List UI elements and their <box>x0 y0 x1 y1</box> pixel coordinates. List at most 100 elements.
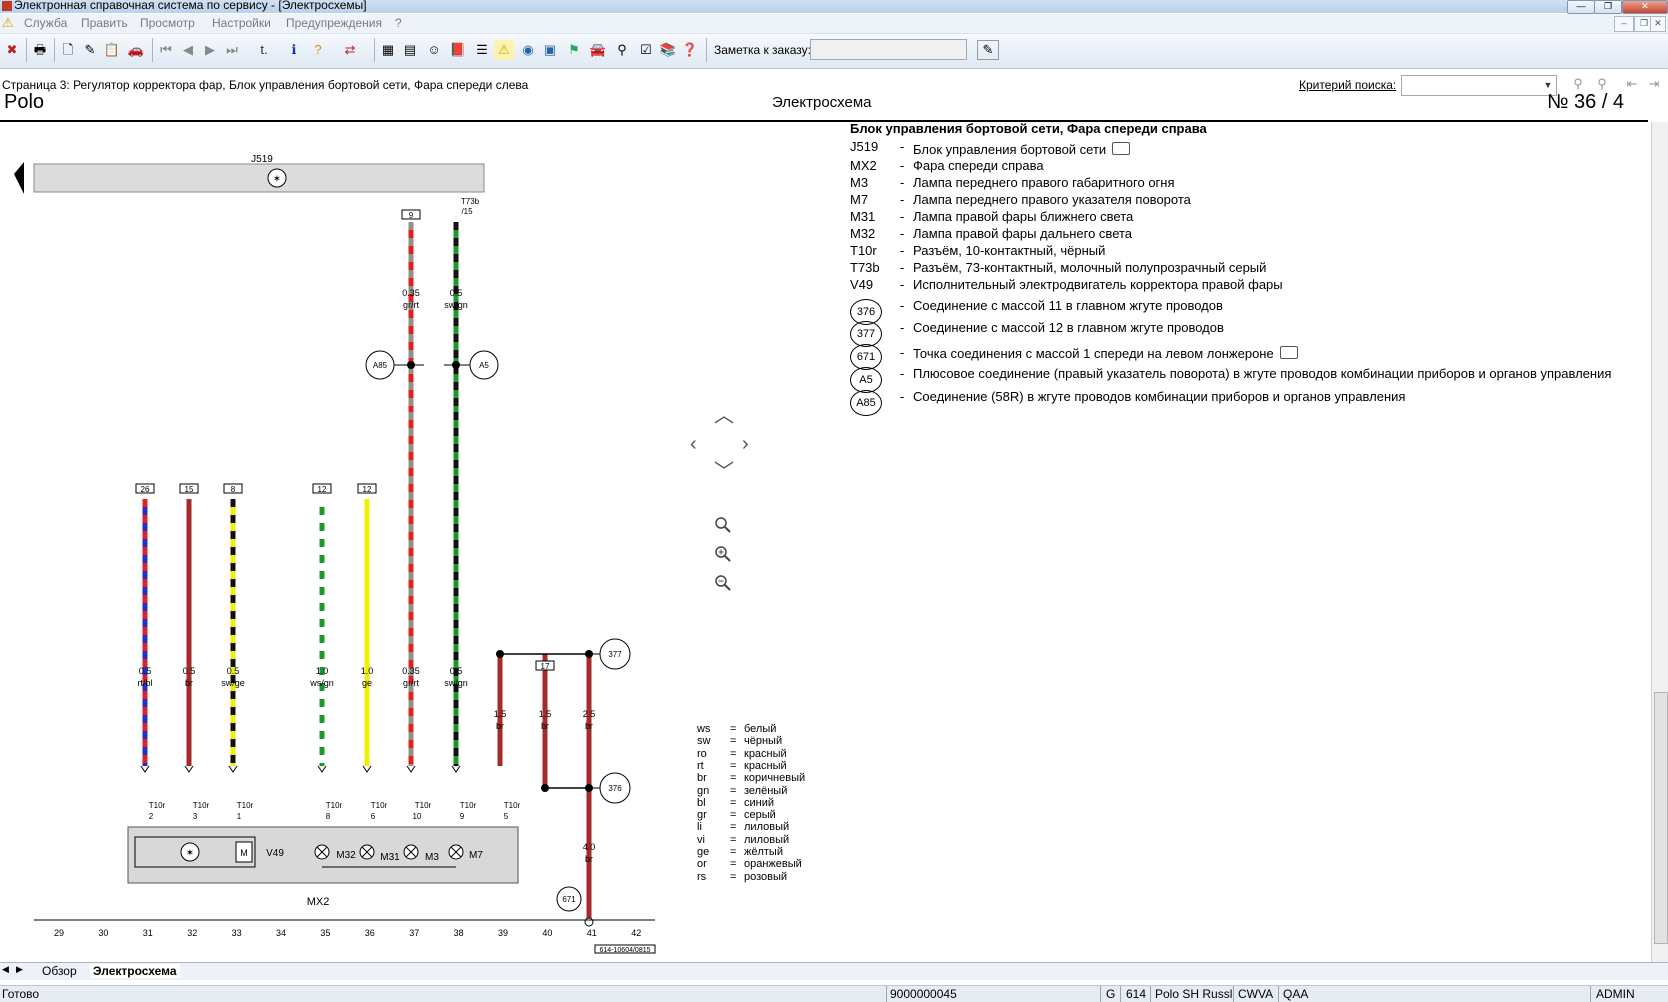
print-icon[interactable]: 🖶 <box>30 40 50 60</box>
vehicle-icon[interactable]: 🚗 <box>126 40 146 60</box>
menu-settings[interactable]: Настройки <box>212 16 271 30</box>
search-select[interactable]: ▼ <box>1401 75 1557 96</box>
globe-icon[interactable]: ◉ <box>518 40 538 60</box>
wire-size: 0.5 <box>450 666 463 676</box>
color-eq: = <box>730 735 737 748</box>
pin-number: 17 <box>541 662 550 671</box>
pin-number: 26 <box>141 485 150 494</box>
edit-document-icon[interactable]: ✎ <box>80 40 100 60</box>
color-name: розовый <box>744 870 788 883</box>
ground-671-label: 671 <box>562 895 576 904</box>
track-number: 35 <box>320 928 330 938</box>
pan-down-icon[interactable]: ﹀ <box>714 462 734 482</box>
color-eq: = <box>730 846 737 858</box>
zoom-icon[interactable] <box>714 516 732 534</box>
pan-up-icon[interactable]: ︿ <box>714 406 734 426</box>
next-page-icon[interactable]: ▶ <box>200 40 220 60</box>
m31-label: M31 <box>380 852 400 863</box>
pin-number: 12 <box>318 485 327 494</box>
document-blue-icon[interactable]: ▣ <box>540 40 560 60</box>
tab-scroll-left-icon[interactable]: ◀ <box>2 964 9 975</box>
switch-icon[interactable]: ⇄ <box>340 40 360 60</box>
connector-pin: 6 <box>371 812 376 821</box>
color-name: лиловый <box>744 833 790 846</box>
mdi-minimize-button[interactable]: – <box>1614 16 1634 32</box>
color-name: белый <box>744 723 777 735</box>
new-document-icon[interactable]: 🗋 <box>58 40 78 60</box>
calculator-icon[interactable]: ▦ <box>378 40 398 60</box>
app-icon <box>2 1 12 11</box>
legend-code: M32 <box>850 226 876 241</box>
zoom-out-icon[interactable] <box>714 574 732 592</box>
color-eq: = <box>730 821 737 834</box>
connector-label: T10r <box>504 801 521 810</box>
minimize-button[interactable]: — <box>1567 0 1595 14</box>
connector-arrow <box>362 765 372 773</box>
flag-icon[interactable]: ⚑ <box>564 40 584 60</box>
legend-circle-code: A85 <box>850 390 882 416</box>
books-icon[interactable]: 📚 <box>658 40 678 60</box>
vertical-scrollbar[interactable] <box>1651 122 1668 962</box>
menu-service[interactable]: Служба <box>24 16 67 30</box>
previous-page-icon[interactable]: ◀ <box>178 40 198 60</box>
mdi-close-button[interactable]: ✕ <box>1650 16 1666 32</box>
clipboard-icon[interactable]: 📋 <box>102 40 122 60</box>
menu-help[interactable]: ? <box>395 16 402 30</box>
camera-icon[interactable] <box>1112 142 1131 155</box>
car-search-icon[interactable]: ⚲ <box>612 40 632 60</box>
mx2-label: MX2 <box>307 896 330 908</box>
connector-label: T10r <box>237 801 254 810</box>
person-icon[interactable]: ☺ <box>424 40 444 60</box>
close-button[interactable]: ✕ <box>1622 0 1668 14</box>
menu-edit[interactable]: Править <box>81 16 128 30</box>
pan-right-icon[interactable]: › <box>742 434 749 454</box>
maximize-button[interactable]: ❐ <box>1594 0 1622 14</box>
connector-pin: 5 <box>504 812 509 821</box>
legend-desc: Разъём, 10-контактный, чёрный <box>913 243 1106 258</box>
ground-377-label: 377 <box>608 650 622 659</box>
connector-arrow <box>184 765 194 773</box>
tab-schematic[interactable]: Электросхема <box>90 964 180 978</box>
color-name: коричневый <box>744 772 806 785</box>
camera-icon[interactable] <box>1279 346 1298 359</box>
note-edit-icon[interactable]: ✎ <box>977 40 999 60</box>
tab-scroll-right-icon[interactable]: ▶ <box>16 964 23 975</box>
zoom-in-icon[interactable] <box>714 545 732 563</box>
exit-icon[interactable]: ✖ <box>2 40 22 60</box>
window-title: Электронная справочная система по сервис… <box>14 0 367 12</box>
legend-desc: Точка соединения с массой 1 спереди на л… <box>913 345 1298 361</box>
scroll-thumb[interactable] <box>1654 692 1668 944</box>
jump-icon[interactable]: t. <box>254 40 274 60</box>
track-number: 33 <box>232 928 242 938</box>
first-page-icon[interactable]: ⏮ <box>156 40 176 60</box>
car-green-icon[interactable]: 🚘 <box>588 40 608 60</box>
menu-warnings[interactable]: Предупреждения <box>286 16 382 30</box>
wire-size: 1.5 <box>494 709 507 719</box>
warning-toolbar-icon[interactable]: ⚠ <box>494 40 514 60</box>
wire-color: rt/bl <box>137 678 152 688</box>
connector-arrow <box>406 765 416 773</box>
prev-result-icon[interactable]: ⇤ <box>1622 74 1642 94</box>
next-result-icon[interactable]: ⇥ <box>1644 74 1664 94</box>
j519-block <box>33 163 485 193</box>
help-document-icon[interactable]: ❓ <box>680 40 700 60</box>
connector-label: T10r <box>371 801 388 810</box>
menu-view[interactable]: Просмотр <box>140 16 195 30</box>
tab-overview[interactable]: Обзор <box>42 964 77 978</box>
menu-bar: ⚠ Служба Править Просмотр Настройки Пред… <box>0 14 1668 34</box>
wire-size: 0.5 <box>139 666 152 676</box>
t73b-pin: /15 <box>461 207 473 216</box>
list-icon[interactable]: ☰ <box>472 40 492 60</box>
info-icon[interactable]: ℹ <box>284 40 304 60</box>
note-input[interactable] <box>810 39 967 60</box>
connector-arrow <box>451 765 461 773</box>
color-eq: = <box>730 870 737 883</box>
connector-a85-label: A85 <box>373 361 388 370</box>
hint-icon[interactable]: ? <box>308 40 328 60</box>
legend-title: Блок управления бортовой сети, Фара спер… <box>850 121 1207 136</box>
last-page-icon[interactable]: ⏭ <box>222 40 242 60</box>
track-number: 39 <box>498 928 508 938</box>
checklist-icon[interactable]: ☑ <box>636 40 656 60</box>
table-icon[interactable]: ▤ <box>400 40 420 60</box>
book-icon[interactable]: 📕 <box>448 40 468 60</box>
